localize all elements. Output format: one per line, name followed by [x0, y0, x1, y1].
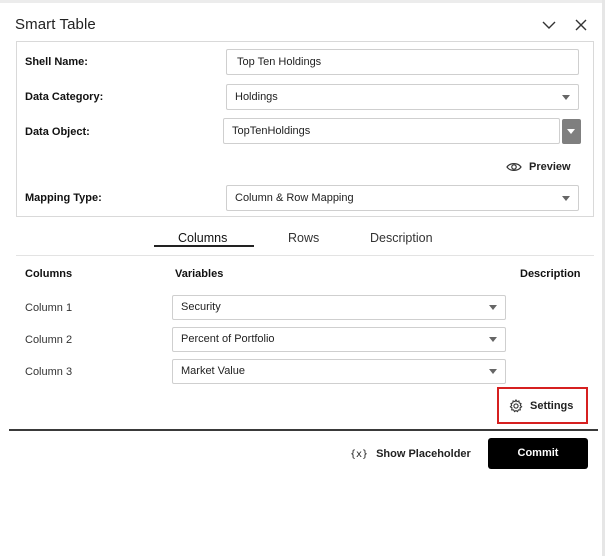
mapping-type-value: Column & Row Mapping — [235, 192, 354, 204]
settings-button[interactable]: Settings — [509, 398, 573, 414]
row-column-label: Column 3 — [25, 366, 73, 378]
data-object-label: Data Object: — [25, 126, 90, 138]
data-category-select[interactable]: Holdings — [226, 84, 579, 110]
close-icon[interactable] — [572, 16, 590, 34]
footer-divider — [9, 429, 598, 431]
variables-header: Variables — [175, 268, 224, 280]
tabs-divider — [16, 255, 594, 256]
data-object-dropdown-button[interactable] — [562, 119, 581, 144]
data-category-label: Data Category: — [25, 91, 104, 103]
row-column-label: Column 1 — [25, 302, 73, 314]
preview-label: Preview — [529, 161, 571, 173]
columns-header: Columns — [25, 268, 73, 280]
shell-name-label: Shell Name: — [25, 56, 88, 68]
show-placeholder-button[interactable]: {x} Show Placeholder — [350, 446, 471, 462]
chevron-down-icon[interactable] — [540, 16, 558, 34]
mapping-type-select[interactable]: Column & Row Mapping — [226, 185, 579, 211]
commit-button[interactable]: Commit — [488, 438, 588, 469]
preview-button[interactable]: Preview — [506, 159, 571, 175]
eye-icon — [506, 163, 522, 171]
chevron-down-icon — [489, 305, 497, 310]
show-placeholder-label: Show Placeholder — [376, 448, 471, 460]
shell-name-input[interactable]: Top Ten Holdings — [226, 49, 579, 75]
variable-select[interactable]: Market Value — [172, 359, 506, 384]
shell-name-value: Top Ten Holdings — [237, 56, 322, 68]
panel-title: Smart Table — [15, 16, 96, 33]
variable-select[interactable]: Security — [172, 295, 506, 320]
tab-description[interactable]: Description — [370, 231, 433, 245]
data-category-value: Holdings — [235, 91, 278, 103]
tab-columns[interactable]: Columns — [178, 231, 227, 245]
variable-select[interactable]: Percent of Portfolio — [172, 327, 506, 352]
gear-icon — [509, 399, 523, 413]
variable-icon: {x} — [350, 448, 369, 460]
settings-label: Settings — [530, 400, 574, 412]
active-tab-indicator — [154, 245, 254, 247]
data-object-value: TopTenHoldings — [232, 125, 311, 137]
chevron-down-icon — [489, 369, 497, 374]
chevron-down-icon — [489, 337, 497, 342]
chevron-down-icon — [562, 95, 570, 100]
variable-value: Percent of Portfolio — [181, 333, 275, 345]
description-header: Description — [520, 268, 581, 280]
panel-border — [0, 0, 605, 556]
chevron-down-icon — [562, 196, 570, 201]
variable-value: Security — [181, 301, 221, 313]
variable-value: Market Value — [181, 365, 245, 377]
mapping-type-label: Mapping Type: — [25, 192, 102, 204]
row-column-label: Column 2 — [25, 334, 73, 346]
data-object-input[interactable]: TopTenHoldings — [223, 118, 560, 144]
tab-rows[interactable]: Rows — [288, 231, 319, 245]
